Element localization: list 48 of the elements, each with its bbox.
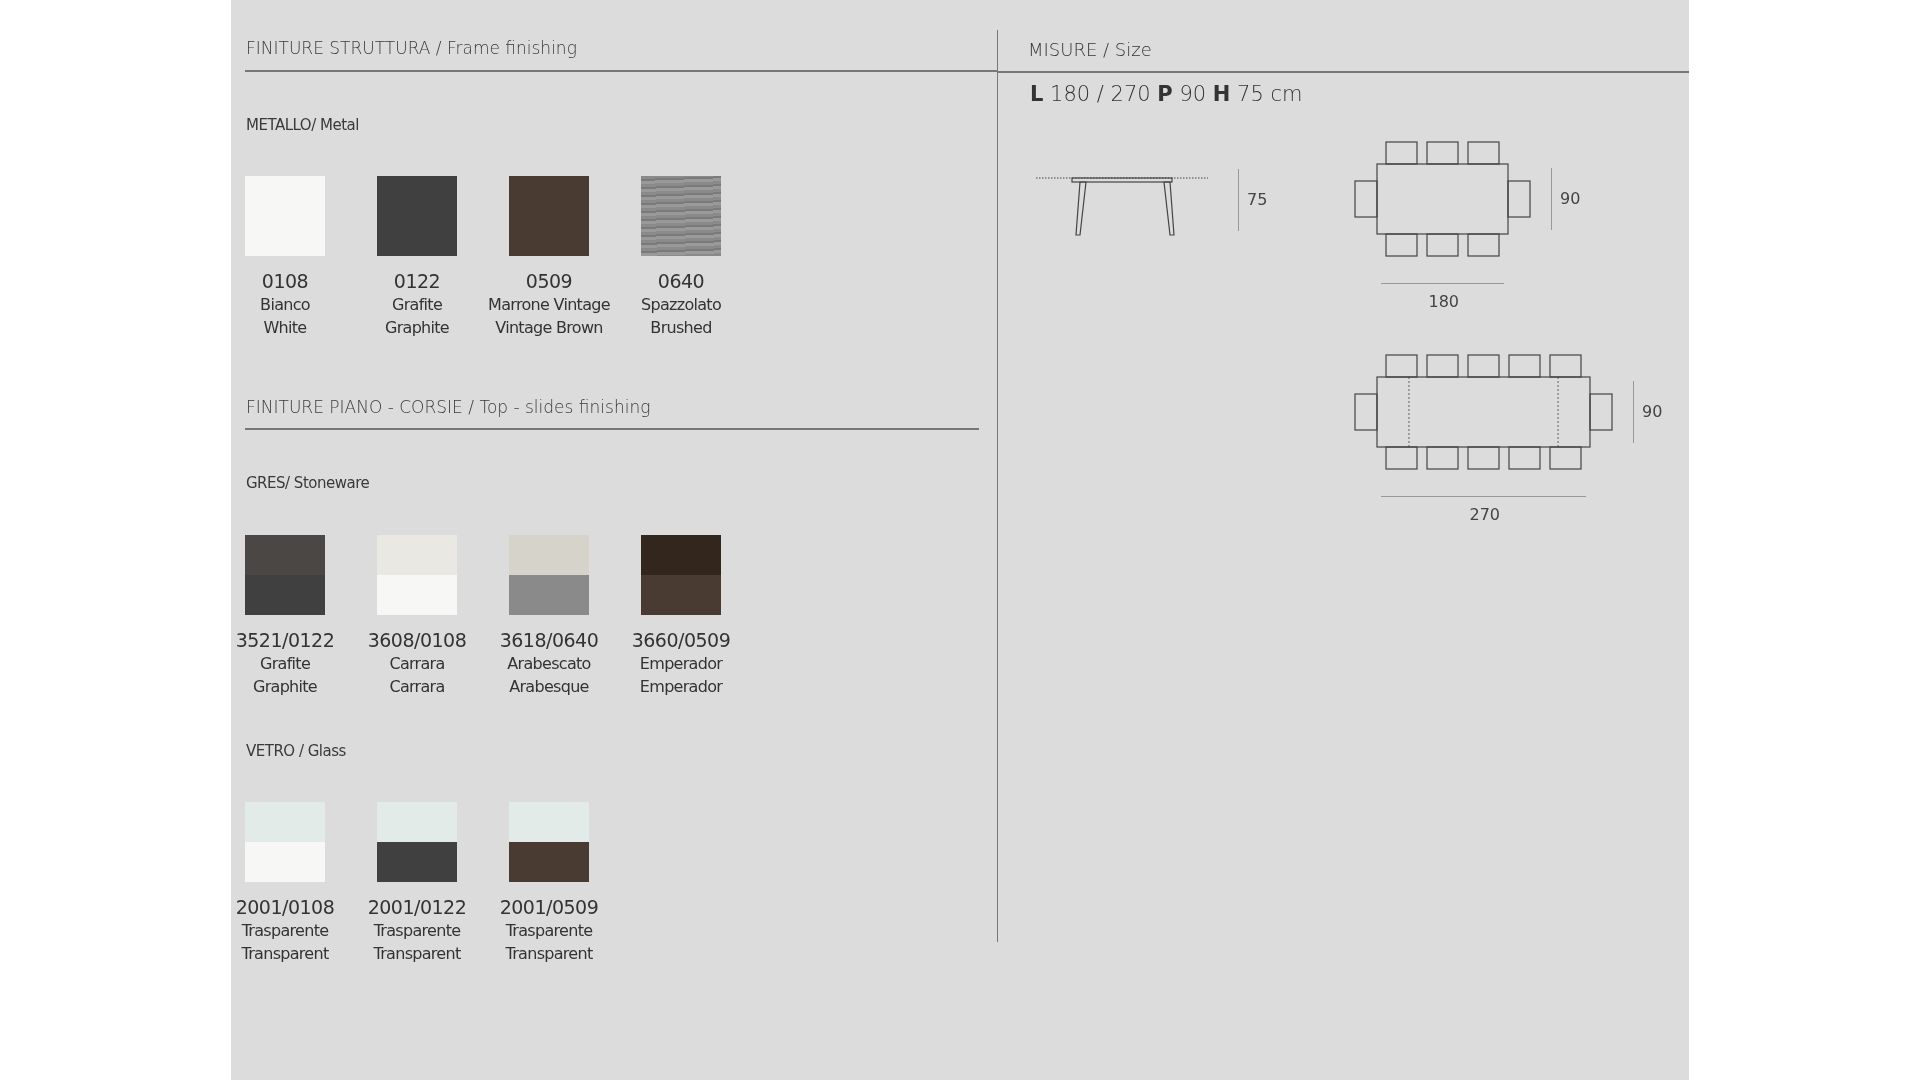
finish-name: Arabescato [507, 652, 591, 675]
finish-code: 0108 [261, 270, 309, 293]
finish-name: Trasparente [505, 919, 593, 942]
finish-name: Spazzolato [641, 293, 721, 316]
finish-name: Transparent [373, 942, 461, 965]
finish-code: 3660/0509 [631, 628, 731, 652]
finish-code: 2001/0108 [235, 896, 335, 919]
dimension-line [1238, 168, 1239, 231]
finish-name: Bianco [260, 293, 310, 316]
dimensions-text: L 180 / 270 P 90 H 75 cm [1029, 81, 1304, 108]
group-title: METALLO/ Metal [246, 114, 360, 136]
finish-name: Carrara [389, 652, 445, 675]
section-heading: FINITURE STRUTTURA / Frame finishing [245, 30, 997, 72]
finish-name: Grafite [259, 652, 311, 675]
dimension-label: 180 [1428, 290, 1460, 313]
finish-code: 3521/0122 [235, 628, 335, 652]
dimension-line [1633, 380, 1634, 443]
finish-name: Graphite [252, 675, 317, 698]
finish-name: White [263, 316, 307, 339]
finish-code: 0640 [657, 270, 705, 293]
finish-code: 0509 [525, 270, 573, 293]
finish-name: Arabesque [509, 675, 589, 698]
finish-name: Trasparente [241, 919, 329, 942]
group-title: GRES/ Stoneware [246, 473, 371, 495]
dimension-label: 270 [1469, 503, 1501, 526]
finish-name: Trasparente [373, 919, 461, 942]
section-heading: MISURE / Size [998, 30, 1689, 73]
finish-code: 2001/0509 [499, 896, 599, 919]
dimension-line [1551, 167, 1552, 230]
finish-name: Graphite [384, 316, 449, 339]
finish-name: Carrara [389, 675, 445, 698]
dimension-label: 90 [1642, 400, 1663, 423]
finish-name: Vintage Brown [495, 316, 603, 339]
finish-name: Emperador [639, 675, 723, 698]
finish-code: 2001/0122 [367, 896, 467, 919]
finish-name: Emperador [639, 652, 723, 675]
finish-name: Grafite [391, 293, 443, 316]
finish-name: Marrone Vintage [488, 293, 610, 316]
finish-code: 3608/0108 [367, 628, 467, 652]
group-title: VETRO / Glass [246, 740, 347, 762]
finish-name: Transparent [241, 942, 329, 965]
finish-code: 3618/0640 [499, 628, 599, 652]
dimension-label: 90 [1560, 187, 1581, 210]
finish-name: Transparent [505, 942, 593, 965]
finish-name: Brushed [650, 316, 712, 339]
section-heading: FINITURE PIANO - CORSIE / Top - slides finishing [245, 388, 979, 431]
dimension-label: 75 [1247, 188, 1268, 211]
finish-code: 0122 [393, 270, 441, 293]
